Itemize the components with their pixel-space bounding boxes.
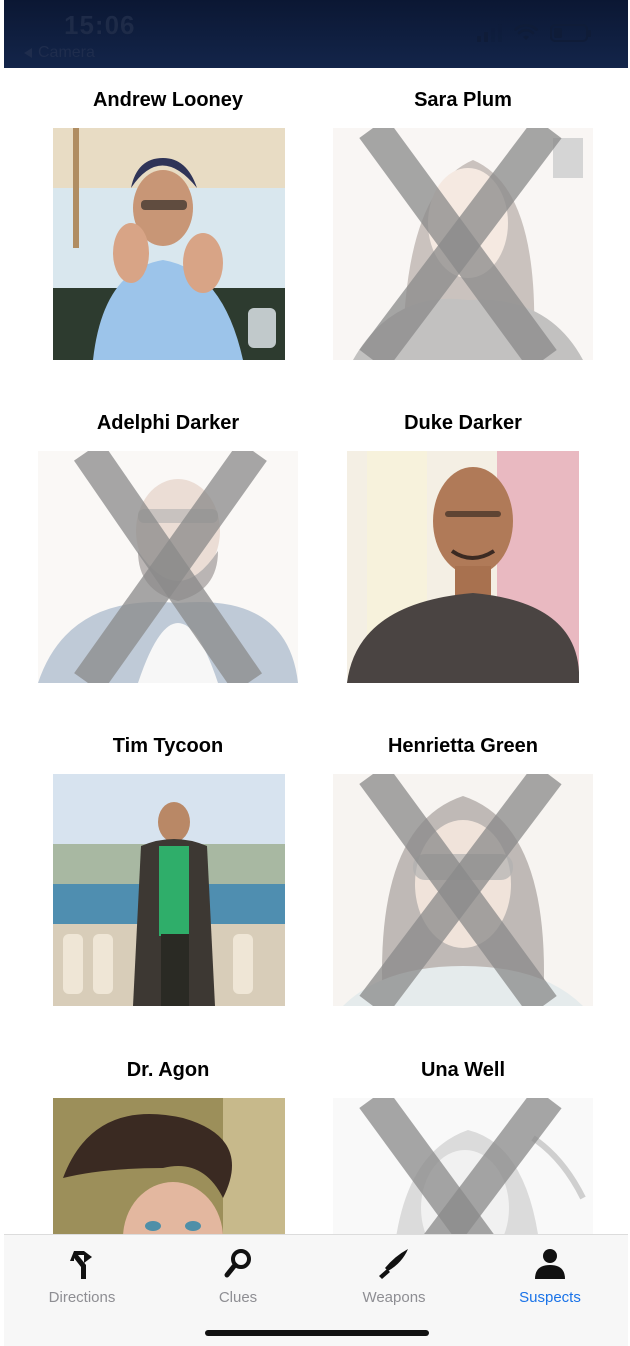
suspect-name: Andrew Looney <box>92 89 243 111</box>
tab-suspects[interactable]: Suspects <box>472 1235 628 1315</box>
suspect-portrait <box>333 128 593 360</box>
suspect-name: Sara Plum <box>414 89 512 111</box>
tab-label: Directions <box>48 1289 116 1306</box>
tab-clues[interactable]: Clues <box>160 1235 316 1315</box>
back-to-camera-link[interactable]: Camera <box>24 44 95 62</box>
tab-weapons[interactable]: Weapons <box>316 1235 472 1315</box>
tab-label: Weapons <box>362 1289 426 1306</box>
suspect-portrait <box>38 451 298 683</box>
suspect-portrait <box>53 1098 285 1234</box>
eliminated-x-mark <box>74 451 267 683</box>
suspect-name: Henrietta Green <box>387 735 539 757</box>
magnifier-icon <box>224 1249 251 1278</box>
suspect-card[interactable]: Henrietta Green <box>313 732 613 1006</box>
status-bar: 15:06 Camera <box>4 0 628 68</box>
suspect-name: Adelphi Darker <box>96 412 240 434</box>
suspect-grid: Andrew Looney Sara Plum Adelphi Darker D… <box>0 68 630 1234</box>
suspect-name: Una Well <box>420 1059 506 1081</box>
tab-label: Suspects <box>519 1289 581 1306</box>
tab-label: Clues <box>218 1289 258 1306</box>
suspect-name: Dr. Agon <box>126 1059 210 1081</box>
suspect-portrait <box>53 774 285 1006</box>
eliminated-x-mark <box>359 1098 562 1234</box>
knife-icon <box>379 1249 408 1279</box>
suspect-portrait <box>347 451 579 683</box>
cellular-signal-icon <box>477 24 502 42</box>
suspect-card[interactable]: Adelphi Darker <box>18 409 318 683</box>
eliminated-x-mark <box>359 128 562 360</box>
suspect-card[interactable]: Tim Tycoon <box>18 732 318 1006</box>
status-icons <box>477 24 591 42</box>
suspect-card[interactable]: Duke Darker <box>313 409 613 683</box>
back-arrow-icon <box>24 48 32 58</box>
suspect-name: Tim Tycoon <box>112 735 224 757</box>
suspect-card[interactable]: Dr. Agon <box>18 1056 318 1234</box>
status-time: 15:06 <box>64 10 136 40</box>
suspect-name: Duke Darker <box>404 412 522 434</box>
battery-icon <box>550 24 591 42</box>
tab-directions[interactable]: Directions <box>4 1235 160 1315</box>
home-indicator <box>205 1330 429 1336</box>
battery-fill <box>554 28 562 38</box>
back-link-label: Camera <box>38 44 95 61</box>
suspect-portrait <box>333 774 593 1006</box>
eliminated-x-mark <box>359 774 562 1006</box>
suspect-portrait <box>53 128 285 360</box>
suspect-card[interactable]: Andrew Looney <box>18 86 318 360</box>
person-icon <box>535 1249 565 1279</box>
suspect-card[interactable]: Sara Plum <box>313 86 613 360</box>
directions-icon <box>70 1251 92 1279</box>
wifi-icon <box>514 24 538 40</box>
suspect-portrait <box>333 1098 593 1234</box>
suspect-card[interactable]: Una Well <box>313 1056 613 1234</box>
